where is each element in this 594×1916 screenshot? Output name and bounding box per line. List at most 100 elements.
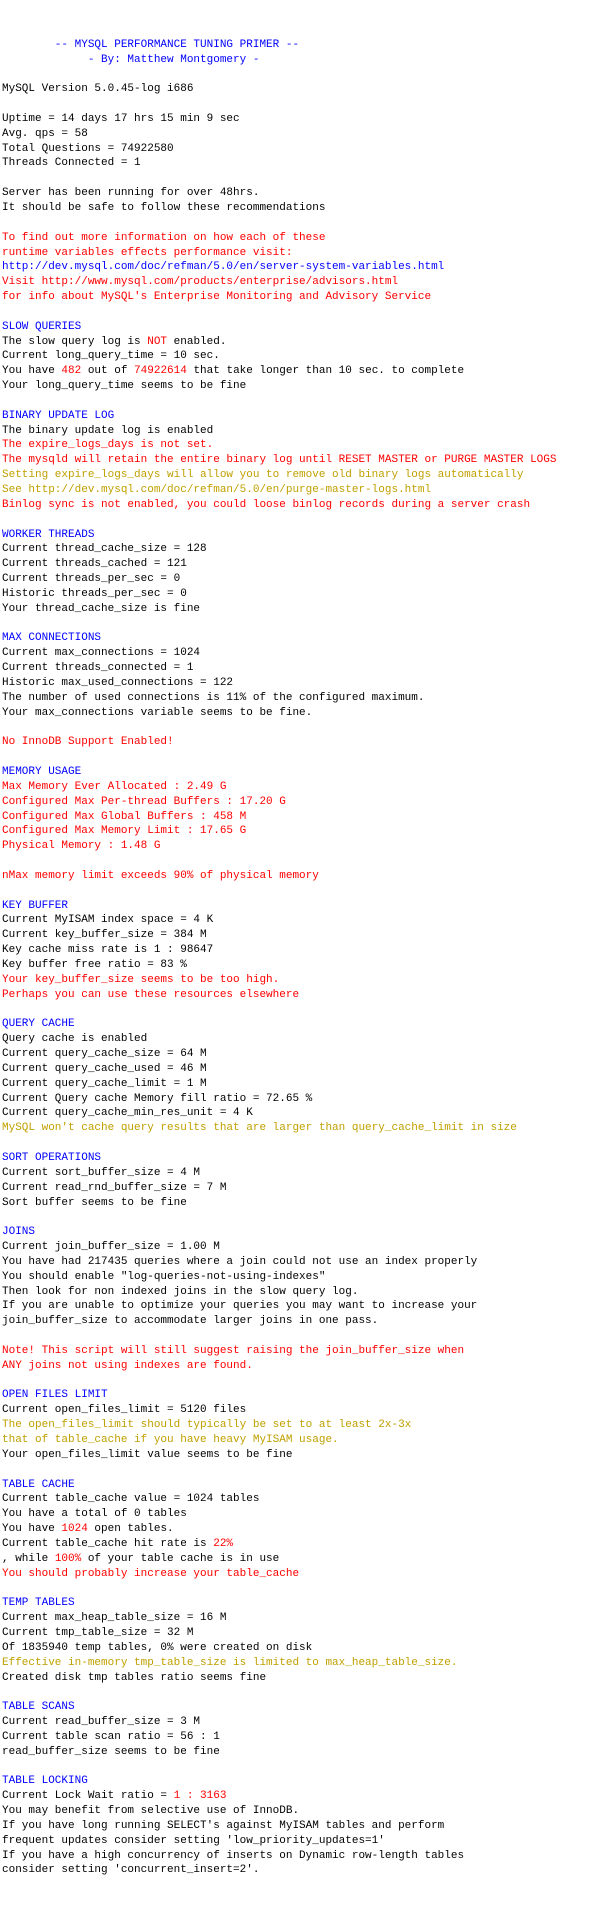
more-info-line-2: runtime variables effects performance vi… (2, 247, 292, 259)
byline: - By: Matthew Montgomery - (2, 54, 259, 66)
threads-per-sec: Current threads_per_sec = 0 (2, 573, 180, 585)
server-vars-url: http://dev.mysql.com/doc/refman/5.0/en/s… (2, 261, 444, 273)
query-cache-header: QUERY CACHE (2, 1018, 75, 1030)
nmax-exceeds-90pct: nMax memory limit exceeds 90% of physica… (2, 870, 319, 882)
binlog-sync-not-enabled: Binlog sync is not enabled, you could lo… (2, 499, 530, 511)
slow-count-value: 482 (61, 365, 81, 377)
more-info-line-1: To find out more information on how each… (2, 232, 325, 244)
threads-connected-again: Current threads_connected = 1 (2, 662, 193, 674)
max-memory-ever: Max Memory Ever Allocated : 2.49 G (2, 781, 226, 793)
sort-buffer-size: Current sort_buffer_size = 4 M (2, 1167, 200, 1179)
temp-tables-on-disk: Of 1835940 temp tables, 0% were created … (2, 1642, 312, 1654)
worker-threads-header: WORKER THREADS (2, 529, 94, 541)
open-files-fine: Your open_files_limit value seems to be … (2, 1449, 292, 1461)
key-buffer-header: KEY BUFFER (2, 900, 68, 912)
open-tables-b: open tables. (88, 1523, 174, 1535)
no-innodb-support: No InnoDB Support Enabled! (2, 736, 174, 748)
table-cache-inuse-value: 100% (55, 1553, 81, 1565)
advisors-url: Visit http://www.mysql.com/products/ente… (2, 276, 398, 288)
physical-memory: Physical Memory : 1.48 G (2, 840, 160, 852)
running-over-48h: Server has been running for over 48hrs. (2, 187, 259, 199)
join-no-index-count: You have had 217435 queries where a join… (2, 1256, 477, 1268)
max-connections: Current max_connections = 1024 (2, 647, 200, 659)
increase-join-buffer-2: join_buffer_size to accommodate larger j… (2, 1315, 378, 1327)
benefit-innodb: You may benefit from selective use of In… (2, 1805, 299, 1817)
used-connections-pct: The number of used connections is 11% of… (2, 692, 424, 704)
memory-usage-header: MEMORY USAGE (2, 766, 81, 778)
sort-buffer-fine: Sort buffer seems to be fine (2, 1197, 187, 1209)
join-note-1: Note! This script will still suggest rai… (2, 1345, 464, 1357)
slow-count-b: out of (81, 365, 134, 377)
open-files-note-2: that of table_cache if you have heavy My… (2, 1434, 339, 1446)
slow-query-log-a: The slow query log is (2, 336, 147, 348)
slow-count-a: You have (2, 365, 61, 377)
query-cache-size: Current query_cache_size = 64 M (2, 1048, 207, 1060)
max-heap-table-size: Current max_heap_table_size = 16 M (2, 1612, 226, 1624)
open-tables-a: You have (2, 1523, 61, 1535)
uptime: Uptime = 14 days 17 hrs 15 min 9 sec (2, 113, 240, 125)
effective-tmp-table-size: Effective in-memory tmp_table_size is li… (2, 1657, 457, 1669)
slow-queries-header: SLOW QUERIES (2, 321, 81, 333)
reuse-resources: Perhaps you can use these resources else… (2, 989, 299, 1001)
join-note-2: ANY joins not using indexes are found. (2, 1360, 253, 1372)
table-scan-ratio: Current table scan ratio = 56 : 1 (2, 1731, 220, 1743)
temp-tables-header: TEMP TABLES (2, 1597, 75, 1609)
max-connections-fine: Your max_connections variable seems to b… (2, 707, 312, 719)
read-rnd-buffer-size: Current read_rnd_buffer_size = 7 M (2, 1182, 226, 1194)
thread-cache-fine: Your thread_cache_size is fine (2, 603, 200, 615)
lock-wait-ratio-value: 1 : 3163 (174, 1790, 227, 1802)
max-memory-limit: Configured Max Memory Limit : 17.65 G (2, 825, 246, 837)
query-cache-min-res-unit: Current query_cache_min_res_unit = 4 K (2, 1107, 253, 1119)
open-files-header: OPEN FILES LIMIT (2, 1389, 108, 1401)
table-cache-value: Current table_cache value = 1024 tables (2, 1493, 259, 1505)
binary-log-enabled: The binary update log is enabled (2, 425, 213, 437)
long-query-time-fine: Your long_query_time seems to be fine (2, 380, 246, 392)
long-query-time: Current long_query_time = 10 sec. (2, 350, 220, 362)
historic-max-used: Historic max_used_connections = 122 (2, 677, 233, 689)
enable-log-queries: You should enable "log-queries-not-using… (2, 1271, 325, 1283)
disk-tmp-tables-fine: Created disk tmp tables ratio seems fine (2, 1672, 266, 1684)
myisam-index-space: Current MyISAM index space = 4 K (2, 914, 213, 926)
joins-header: JOINS (2, 1226, 35, 1238)
expire-logs-days-notset: The expire_logs_days is not set. (2, 439, 213, 451)
table-cache-inuse-b: of your table cache is in use (81, 1553, 279, 1565)
table-locking-header: TABLE LOCKING (2, 1775, 88, 1787)
open-files-note-1: The open_files_limit should typically be… (2, 1419, 411, 1431)
threads-cached: Current threads_cached = 121 (2, 558, 187, 570)
thread-cache-size: Current thread_cache_size = 128 (2, 543, 207, 555)
table-cache-header: TABLE CACHE (2, 1479, 75, 1491)
slow-query-log-b: enabled. (167, 336, 226, 348)
long-selects-myisam: If you have long running SELECT's agains… (2, 1820, 444, 1832)
open-tables-value: 1024 (61, 1523, 87, 1535)
title: -- MYSQL PERFORMANCE TUNING PRIMER -- (2, 39, 299, 51)
setting-expire-logs-days: Setting expire_logs_days will allow you … (2, 469, 524, 481)
retain-entire-binlog: The mysqld will retain the entire binary… (2, 454, 557, 466)
purge-master-logs-url: See http://dev.mysql.com/doc/refman/5.0/… (2, 484, 431, 496)
key-buffer-size: Current key_buffer_size = 384 M (2, 929, 207, 941)
advisory-info: for info about MySQL's Enterprise Monito… (2, 291, 431, 303)
query-cache-limit-note: MySQL won't cache query results that are… (2, 1122, 517, 1134)
query-cache-enabled: Query cache is enabled (2, 1033, 147, 1045)
mysql-version: MySQL Version 5.0.45-log i686 (2, 83, 193, 95)
key-buffer-too-high: Your key_buffer_size seems to be too hig… (2, 974, 279, 986)
join-buffer-size: Current join_buffer_size = 1.00 M (2, 1241, 220, 1253)
query-cache-fill-ratio: Current Query cache Memory fill ratio = … (2, 1093, 312, 1105)
avg-qps: Avg. qps = 58 (2, 128, 88, 140)
binary-update-header: BINARY UPDATE LOG (2, 410, 114, 422)
increase-join-buffer-1: If you are unable to optimize your queri… (2, 1300, 477, 1312)
max-global-buffers: Configured Max Global Buffers : 458 M (2, 811, 246, 823)
read-buffer-size: Current read_buffer_size = 3 M (2, 1716, 200, 1728)
table-cache-hit-rate-a: Current table_cache hit rate is (2, 1538, 213, 1550)
slow-count-c: that take longer than 10 sec. to complet… (187, 365, 464, 377)
max-per-thread-buffers: Configured Max Per-thread Buffers : 17.2… (2, 796, 286, 808)
safe-to-follow: It should be safe to follow these recomm… (2, 202, 325, 214)
query-cache-limit: Current query_cache_limit = 1 M (2, 1078, 207, 1090)
table-cache-hit-rate-value: 22% (213, 1538, 233, 1550)
sort-operations-header: SORT OPERATIONS (2, 1152, 101, 1164)
look-for-nonindexed: Then look for non indexed joins in the s… (2, 1286, 358, 1298)
max-connections-header: MAX CONNECTIONS (2, 632, 101, 644)
concurrent-insert-2: consider setting 'concurrent_insert=2'. (2, 1864, 259, 1876)
total-tables: You have a total of 0 tables (2, 1508, 187, 1520)
historic-threads-per-sec: Historic threads_per_sec = 0 (2, 588, 187, 600)
read-buffer-fine: read_buffer_size seems to be fine (2, 1746, 220, 1758)
